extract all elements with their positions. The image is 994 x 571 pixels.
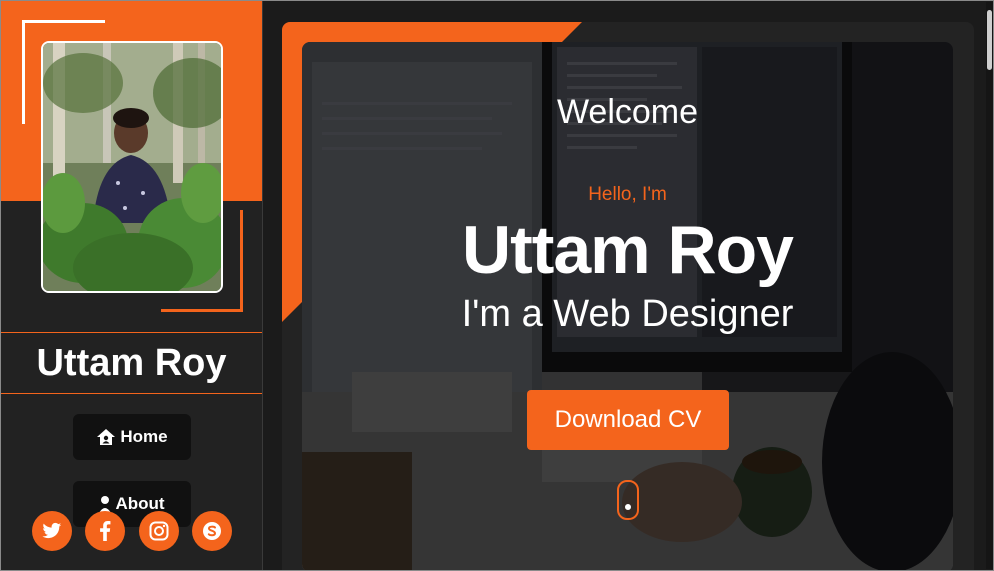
app-window: Uttam Roy Home About Welcome Hello, I'm … bbox=[0, 0, 994, 571]
sidebar-name: Uttam Roy bbox=[1, 332, 262, 394]
skype-icon bbox=[203, 522, 221, 540]
scrollbar-thumb[interactable] bbox=[987, 10, 992, 70]
scroll-down-indicator[interactable] bbox=[617, 480, 639, 520]
facebook-link[interactable] bbox=[85, 511, 125, 551]
greeting-text: Hello, I'm bbox=[588, 184, 667, 205]
instagram-icon bbox=[149, 521, 169, 541]
profile-photo-image bbox=[43, 43, 221, 291]
skype-link[interactable] bbox=[192, 511, 232, 551]
sidebar: Uttam Roy Home About bbox=[1, 1, 263, 570]
home-icon bbox=[97, 429, 116, 445]
page-scrollbar[interactable] bbox=[986, 2, 993, 569]
facebook-icon bbox=[100, 521, 111, 541]
instagram-link[interactable] bbox=[139, 511, 179, 551]
download-cv-button[interactable]: Download CV bbox=[527, 390, 729, 450]
hero-role: I'm a Web Designer bbox=[461, 293, 794, 335]
nav-home-button[interactable]: Home bbox=[73, 414, 191, 460]
scroll-indicator-dot bbox=[625, 504, 631, 510]
nav-home-label: Home bbox=[120, 427, 168, 446]
profile-photo bbox=[41, 41, 223, 293]
hero-name: Uttam Roy bbox=[461, 212, 794, 288]
twitter-icon bbox=[42, 522, 62, 539]
twitter-link[interactable] bbox=[32, 511, 72, 551]
welcome-heading: Welcome bbox=[556, 93, 699, 131]
